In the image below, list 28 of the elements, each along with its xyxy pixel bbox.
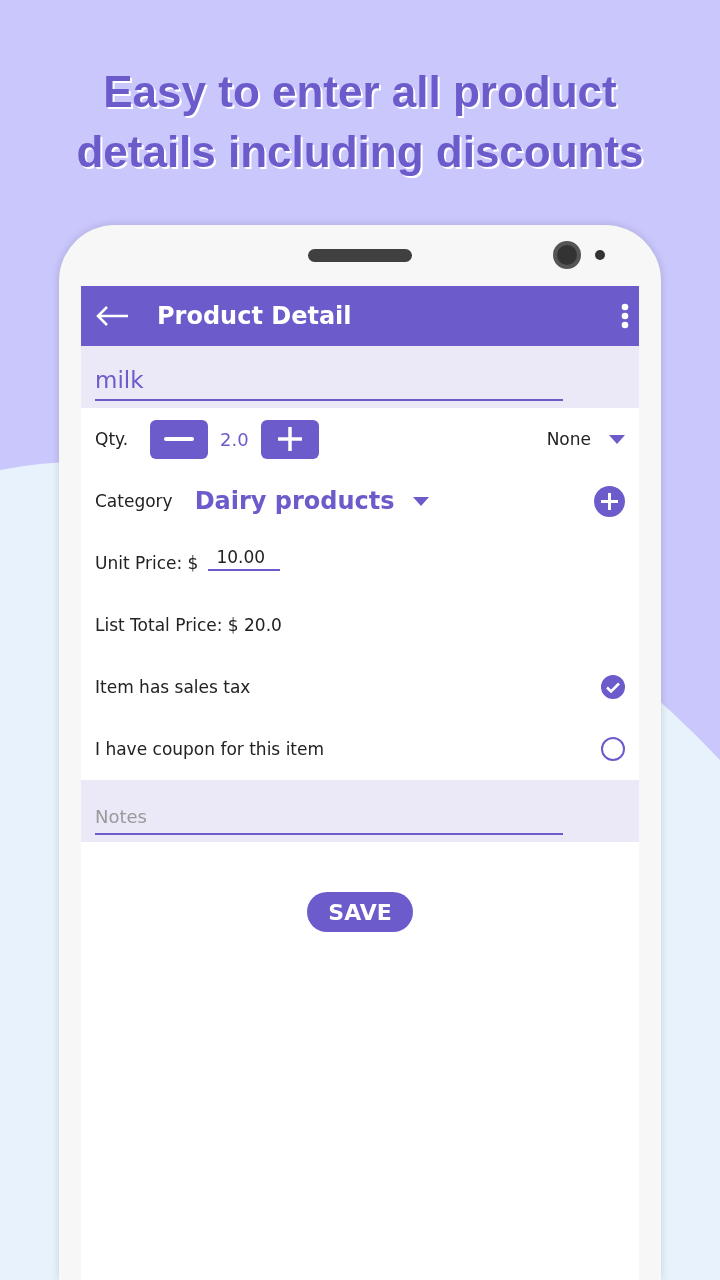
minus-icon	[164, 437, 195, 441]
minus-button[interactable]	[150, 419, 209, 459]
unit-price-field[interactable]: 10.00	[208, 547, 281, 571]
headline: details including discounts	[76, 126, 644, 178]
save-button[interactable]: SAVE	[307, 892, 413, 932]
unit-price-label: Unit Price: $	[95, 553, 199, 573]
checkbox[interactable]	[601, 675, 625, 699]
screen-title: Product Detail	[157, 302, 353, 330]
category-label: Category	[95, 491, 173, 511]
plus-button[interactable]	[260, 419, 319, 459]
checkbox[interactable]	[601, 737, 625, 761]
qty-label: Qty.	[95, 429, 129, 449]
option-label: Item has sales tax	[95, 677, 251, 697]
add-icon[interactable]	[594, 485, 625, 517]
caret-icon[interactable]	[609, 434, 625, 444]
unit-dropdown[interactable]: None	[546, 429, 591, 449]
category-dropdown[interactable]: Dairy products	[194, 487, 395, 515]
plus-icon	[276, 426, 303, 452]
option-label: I have coupon for this item	[95, 739, 325, 759]
phone-camera	[553, 241, 581, 269]
phone-sensor	[595, 250, 605, 260]
qty-value: 2.0	[220, 428, 249, 450]
check-icon	[606, 681, 620, 693]
headline: Easy to enter all product	[103, 66, 617, 118]
total-price-text: List Total Price: $ 20.0	[95, 615, 282, 635]
more-icon[interactable]	[621, 303, 629, 329]
back-icon[interactable]	[95, 305, 129, 327]
caret-icon[interactable]	[412, 496, 429, 506]
